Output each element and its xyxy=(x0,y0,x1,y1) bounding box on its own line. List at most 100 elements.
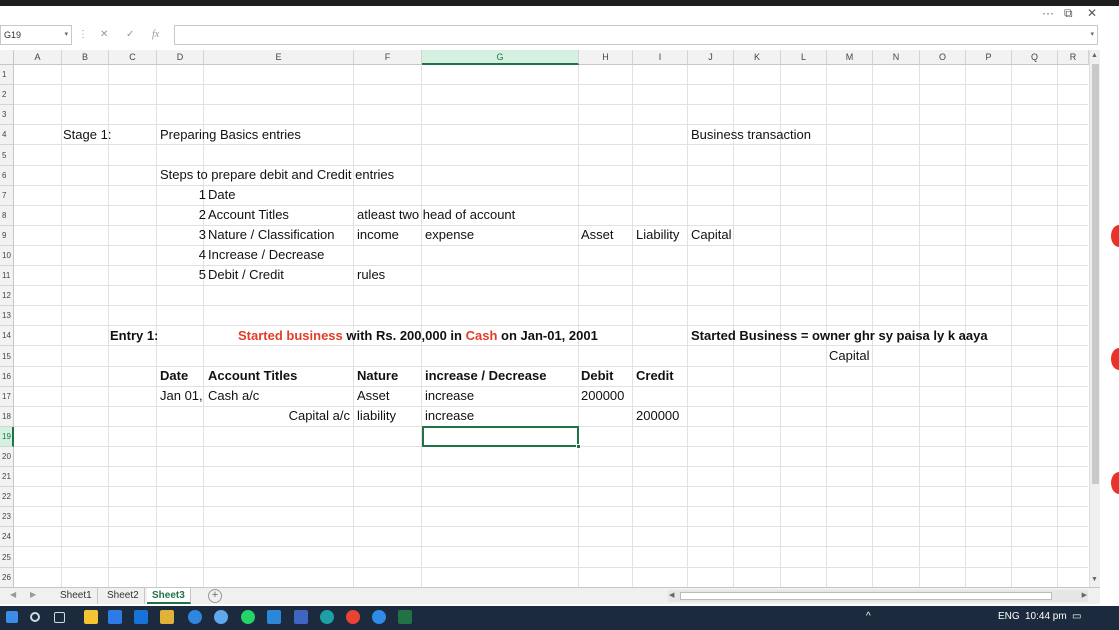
cell-d7[interactable]: 1 xyxy=(160,185,206,205)
row-header-21[interactable]: 21 xyxy=(0,467,14,487)
column-header-k[interactable]: K xyxy=(734,50,781,65)
language-indicator[interactable]: ENG xyxy=(998,606,1020,628)
chevron-down-icon[interactable]: ▾ xyxy=(64,26,68,44)
horizontal-scroll-thumb[interactable] xyxy=(680,592,1052,600)
row-header-3[interactable]: 3 xyxy=(0,105,14,125)
cell-h9[interactable]: Asset xyxy=(581,225,614,245)
scroll-up-icon[interactable]: ▲ xyxy=(1091,52,1098,59)
next-sheet-icon[interactable]: ▶ xyxy=(30,590,36,599)
row-header-20[interactable]: 20 xyxy=(0,447,14,467)
column-header-b[interactable]: B xyxy=(62,50,109,65)
tab-sheet2[interactable]: Sheet2 xyxy=(102,588,145,604)
name-box[interactable]: G19 ▾ xyxy=(0,25,72,45)
column-header-n[interactable]: N xyxy=(873,50,920,65)
clock[interactable]: 10:44 pm xyxy=(1025,606,1067,628)
row-header-9[interactable]: 9 xyxy=(0,226,14,246)
cell-i18[interactable]: 200000 xyxy=(636,406,679,426)
row-header-4[interactable]: 4 xyxy=(0,125,14,145)
cell-j9[interactable]: Capital xyxy=(691,225,731,245)
column-header-m[interactable]: M xyxy=(827,50,873,65)
cell-b4[interactable]: Stage 1: xyxy=(63,125,111,145)
cell-e8[interactable]: Account Titles xyxy=(208,205,289,225)
cancel-icon[interactable]: ✕ xyxy=(100,25,108,45)
cell-f17[interactable]: Asset xyxy=(357,386,390,406)
row-header-16[interactable]: 16 xyxy=(0,367,14,387)
cell-g17[interactable]: increase xyxy=(425,386,474,406)
cell-j14[interactable]: Started Business = owner ghr sy paisa ly… xyxy=(691,326,988,346)
chrome-icon[interactable] xyxy=(346,610,360,624)
cell-g18[interactable]: increase xyxy=(425,406,474,426)
row-header-23[interactable]: 23 xyxy=(0,507,14,527)
cell-d4[interactable]: Preparing Basics entries xyxy=(160,125,301,145)
task-view-icon[interactable] xyxy=(54,612,65,623)
folder-icon[interactable] xyxy=(160,610,174,624)
row-header-6[interactable]: 6 xyxy=(0,166,14,186)
row-header-22[interactable]: 22 xyxy=(0,487,14,507)
cell-e16[interactable]: Account Titles xyxy=(208,366,297,386)
search-icon[interactable] xyxy=(30,612,40,622)
selected-cell-g19[interactable] xyxy=(422,426,581,449)
cell-grid[interactable]: Stage 1: Preparing Basics entries Busine… xyxy=(14,65,1088,587)
cell-h17[interactable]: 200000 xyxy=(581,386,624,406)
row-header-26[interactable]: 26 xyxy=(0,568,14,588)
file-explorer-icon[interactable] xyxy=(84,610,98,624)
add-sheet-button[interactable]: + xyxy=(208,589,222,603)
column-header-e[interactable]: E xyxy=(204,50,354,65)
more-options-icon[interactable]: ··· xyxy=(1042,6,1054,20)
column-header-i[interactable]: I xyxy=(633,50,688,65)
skype-icon[interactable] xyxy=(188,610,202,624)
row-header-17[interactable]: 17 xyxy=(0,387,14,407)
outlook-icon[interactable] xyxy=(134,610,148,624)
cell-d10[interactable]: 4 xyxy=(160,245,206,265)
row-header-1[interactable]: 1 xyxy=(0,65,14,85)
column-header-c[interactable]: C xyxy=(109,50,157,65)
row-header-11[interactable]: 11 xyxy=(0,266,14,286)
column-header-r[interactable]: R xyxy=(1058,50,1089,65)
fill-handle[interactable] xyxy=(576,444,581,449)
cell-e9[interactable]: Nature / Classification xyxy=(208,225,334,245)
column-header-j[interactable]: J xyxy=(688,50,734,65)
cell-d6[interactable]: Steps to prepare debit and Credit entrie… xyxy=(160,165,394,185)
cell-j4[interactable]: Business transaction xyxy=(691,125,811,145)
tab-sheet3[interactable]: Sheet3 xyxy=(147,588,191,604)
column-header-f[interactable]: F xyxy=(354,50,422,65)
browser-icon[interactable] xyxy=(372,610,386,624)
formula-input[interactable]: ▾ xyxy=(174,25,1098,45)
row-header-15[interactable]: 15 xyxy=(0,346,14,367)
row-header-14[interactable]: 14 xyxy=(0,326,14,346)
edge-icon[interactable] xyxy=(320,610,334,624)
enter-icon[interactable]: ✓ xyxy=(126,25,134,45)
chevron-up-icon[interactable]: ^ xyxy=(866,606,871,628)
cell-g9[interactable]: expense xyxy=(425,225,474,245)
cell-e11[interactable]: Debit / Credit xyxy=(208,265,284,285)
cell-f16[interactable]: Nature xyxy=(357,366,398,386)
cell-d9[interactable]: 3 xyxy=(160,225,206,245)
select-all-corner[interactable] xyxy=(0,50,14,65)
column-header-g[interactable]: G xyxy=(422,50,579,65)
cell-e18[interactable]: Capital a/c xyxy=(208,406,350,426)
whatsapp-icon[interactable] xyxy=(241,610,255,624)
row-header-13[interactable]: 13 xyxy=(0,306,14,326)
mail-icon[interactable] xyxy=(108,610,122,624)
row-header-7[interactable]: 7 xyxy=(0,186,14,206)
cell-f8[interactable]: atleast two head of account xyxy=(357,205,515,225)
row-header-19[interactable]: 19 xyxy=(0,427,14,447)
cell-d16[interactable]: Date xyxy=(160,366,188,386)
column-header-a[interactable]: A xyxy=(14,50,62,65)
cell-i9[interactable]: Liability xyxy=(636,225,679,245)
cell-d8[interactable]: 2 xyxy=(160,205,206,225)
restore-icon[interactable]: ⧉ xyxy=(1064,6,1073,21)
column-header-l[interactable]: L xyxy=(781,50,827,65)
row-header-18[interactable]: 18 xyxy=(0,407,14,427)
cell-e7[interactable]: Date xyxy=(208,185,235,205)
cell-f11[interactable]: rules xyxy=(357,265,385,285)
cell-f18[interactable]: liability xyxy=(357,406,396,426)
cell-d11[interactable]: 5 xyxy=(160,265,206,285)
cell-e17[interactable]: Cash a/c xyxy=(208,386,259,406)
column-header-d[interactable]: D xyxy=(157,50,204,65)
cell-f9[interactable]: income xyxy=(357,225,399,245)
cell-e10[interactable]: Increase / Decrease xyxy=(208,245,324,265)
prev-sheet-icon[interactable]: ◀ xyxy=(10,590,16,599)
vertical-scroll-thumb[interactable] xyxy=(1092,64,1099,484)
cell-g16[interactable]: increase / Decrease xyxy=(425,366,546,386)
